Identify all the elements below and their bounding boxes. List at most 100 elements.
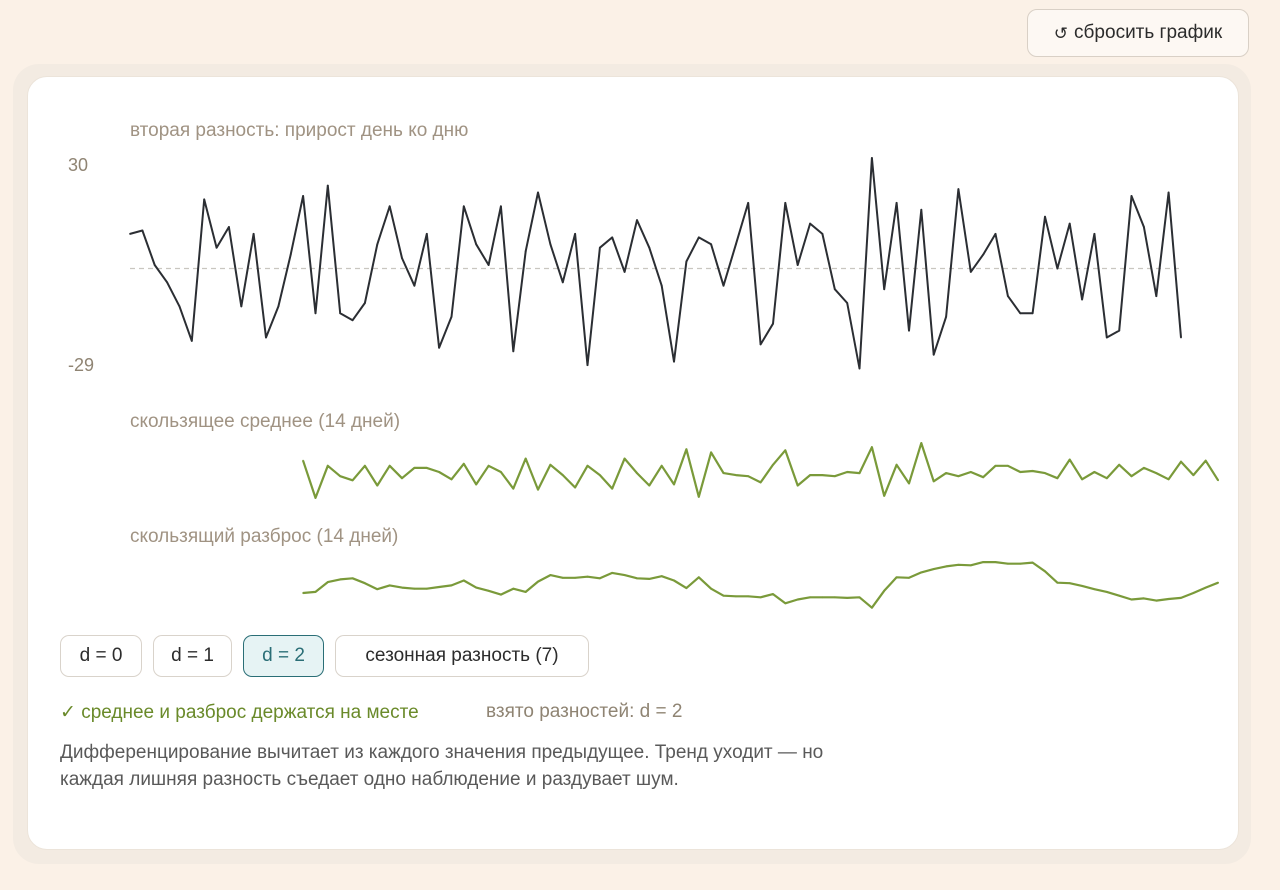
data-point (240, 305, 243, 308)
data-point (1007, 295, 1009, 297)
data-point (364, 582, 366, 585)
data-point (314, 497, 317, 499)
data-point (846, 471, 849, 473)
data-point (660, 575, 663, 578)
data-point (475, 483, 478, 486)
data-point (908, 482, 910, 485)
data-point (895, 202, 898, 204)
data-point (685, 448, 688, 451)
data-point (895, 576, 898, 579)
data-point (1180, 597, 1182, 599)
data-point (351, 577, 354, 580)
data-point (1180, 460, 1182, 463)
data-point (1019, 312, 1022, 315)
data-point (858, 596, 861, 599)
data-point (1044, 472, 1046, 474)
data-point (660, 284, 663, 287)
data-point (1204, 586, 1207, 589)
data-point (129, 233, 131, 235)
data-point (697, 576, 700, 579)
data-point (524, 591, 527, 593)
data-point (1044, 215, 1046, 218)
data-point (821, 474, 824, 476)
data-point (425, 233, 428, 235)
data-point (574, 486, 576, 489)
data-point (883, 589, 886, 592)
data-point (623, 271, 626, 273)
data-point (611, 572, 614, 574)
data-point (908, 329, 910, 332)
data-point (438, 346, 440, 349)
data-point (846, 597, 849, 599)
data-point (277, 305, 280, 308)
data-point (809, 222, 811, 225)
data-point (475, 243, 478, 246)
data-point (1192, 592, 1195, 594)
data-point (376, 243, 379, 246)
chip-d1[interactable]: d = 1 (153, 635, 232, 677)
data-point (215, 246, 218, 249)
data-point (487, 264, 490, 266)
data-point (339, 475, 342, 478)
data-point (549, 243, 552, 246)
data-point (1007, 464, 1009, 467)
data-point (512, 587, 515, 590)
data-point (685, 260, 688, 263)
data-point (945, 472, 947, 474)
data-point (413, 284, 416, 287)
data-point (735, 243, 737, 246)
data-point (314, 591, 317, 593)
data-point (289, 253, 292, 256)
data-point (326, 464, 329, 467)
data-point (586, 575, 589, 578)
chip-seasonal[interactable]: сезонная разность (7) (335, 635, 589, 677)
data-point (599, 577, 601, 580)
data-point (388, 205, 391, 208)
data-point (932, 568, 935, 570)
chip-d0[interactable]: d = 0 (60, 635, 142, 677)
data-point (1056, 267, 1059, 270)
data-point (351, 319, 354, 322)
data-point (722, 594, 725, 597)
data-point (364, 464, 366, 467)
data-point (1130, 195, 1133, 197)
data-point (1093, 588, 1096, 591)
data-point (524, 250, 527, 253)
data-point (833, 288, 836, 291)
data-point (821, 596, 824, 599)
data-point (1093, 471, 1096, 473)
data-point (1105, 591, 1108, 593)
data-point (401, 586, 403, 589)
data-point (500, 205, 502, 208)
data-point (945, 565, 947, 568)
data-point (1105, 477, 1108, 480)
data-point (1093, 233, 1096, 235)
data-point (871, 606, 873, 609)
data-point (487, 589, 490, 592)
data-point (772, 593, 774, 595)
data-point (636, 472, 638, 474)
data-point (969, 271, 972, 273)
data-point (1167, 191, 1170, 194)
data-point (462, 579, 465, 582)
data-point (413, 587, 416, 590)
data-point (858, 472, 861, 474)
stationarity-status: ✓ среднее и разброс держатся на месте (60, 702, 419, 723)
data-point (561, 281, 564, 284)
data-point (994, 464, 997, 467)
data-point (883, 494, 886, 497)
data-point (561, 576, 564, 579)
data-point (697, 236, 700, 239)
data-point (784, 202, 787, 204)
data-point (178, 305, 181, 308)
chip-d2[interactable]: d = 2 (243, 635, 324, 677)
data-point (1143, 467, 1145, 469)
data-point (1031, 470, 1034, 472)
data-point (314, 312, 317, 315)
data-point (364, 302, 366, 304)
data-point (636, 577, 638, 580)
data-point (537, 580, 539, 583)
data-point (500, 593, 502, 596)
data-point (796, 264, 799, 266)
data-point (388, 464, 391, 467)
